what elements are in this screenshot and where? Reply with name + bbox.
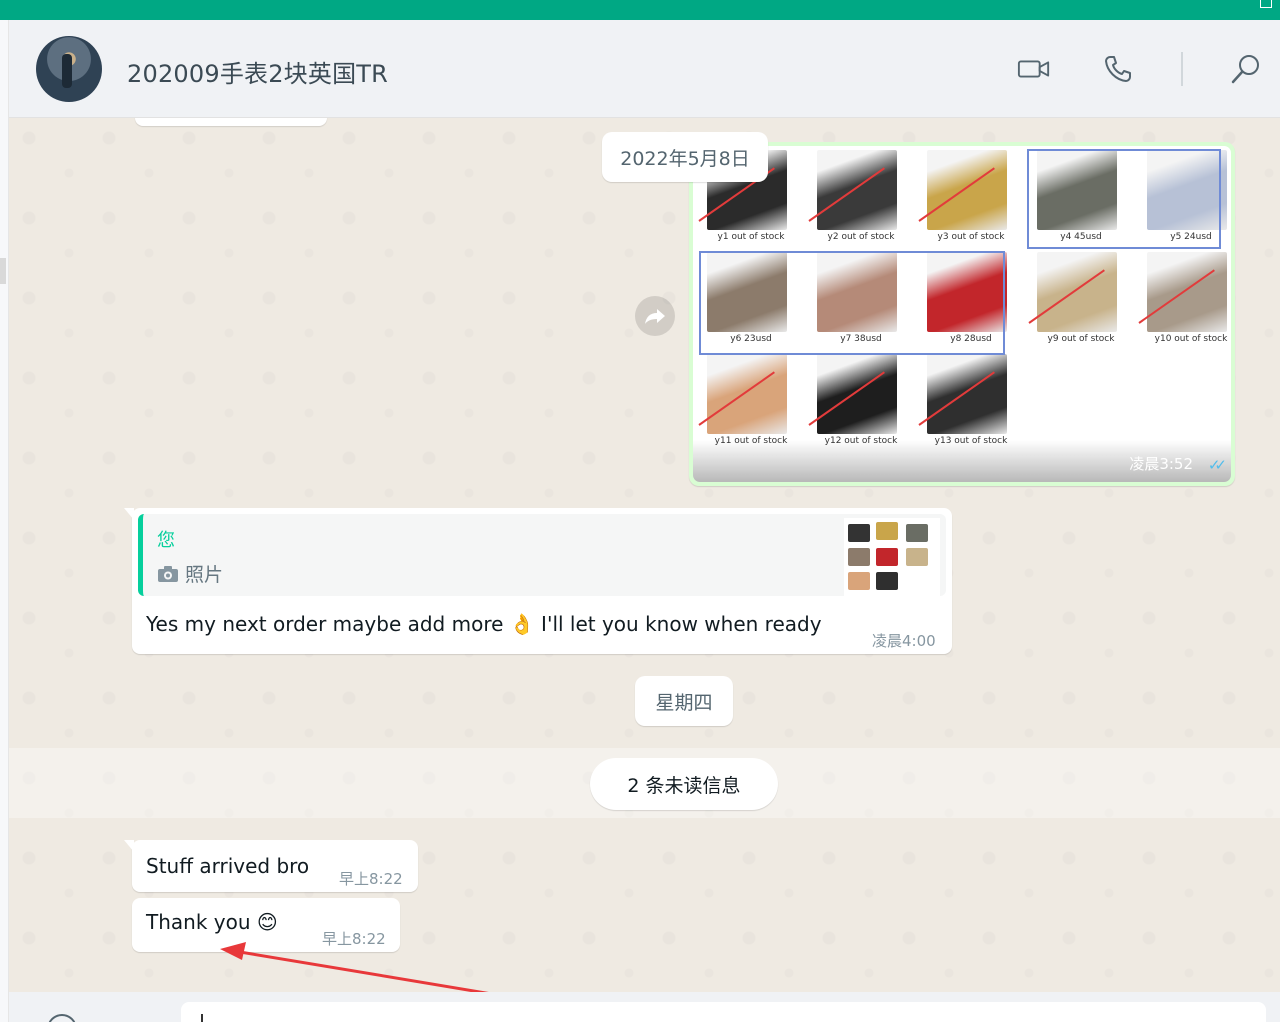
product-caption: y2 out of stock xyxy=(827,232,895,242)
product-caption: y9 out of stock xyxy=(1047,334,1115,344)
product-caption: y1 out of stock xyxy=(717,232,785,242)
message-input[interactable] xyxy=(181,1002,1266,1022)
product-image xyxy=(817,354,897,434)
header-separator xyxy=(1181,52,1183,86)
quoted-image-thumbnail xyxy=(844,518,940,596)
forward-button[interactable] xyxy=(635,296,675,336)
quoted-type: 照片 xyxy=(157,560,223,587)
day-pill: 星期四 xyxy=(635,676,733,726)
product-thumbnail: y11 out of stock xyxy=(697,354,805,454)
left-panel-mark xyxy=(0,258,6,284)
avatar[interactable] xyxy=(36,36,102,102)
message-list[interactable]: y13 out of stocky12 out of stocky11 out … xyxy=(9,118,1280,992)
highlight-box xyxy=(699,251,1005,355)
image-collage[interactable]: y13 out of stocky12 out of stocky11 out … xyxy=(693,146,1231,482)
product-thumbnail: y13 out of stock xyxy=(917,354,1025,454)
window-top-bar xyxy=(0,0,1280,20)
quoted-type-label: 照片 xyxy=(185,564,224,586)
product-image xyxy=(817,150,897,230)
image-message-bubble[interactable]: y13 out of stocky12 out of stocky11 out … xyxy=(689,142,1235,486)
read-ticks-icon: ✓✓ xyxy=(1207,456,1227,474)
chat-header: 202009手表2块英国TR xyxy=(9,20,1280,118)
quoted-author: 您 xyxy=(157,530,175,551)
previous-message-bubble xyxy=(135,118,327,126)
message-composer xyxy=(9,992,1280,1022)
product-image xyxy=(707,354,787,434)
emoji-icon[interactable] xyxy=(47,1014,77,1022)
message-text: Stuff arrived bro xyxy=(146,854,310,878)
product-thumbnail: y12 out of stock xyxy=(807,354,915,454)
chat-title[interactable]: 202009手表2块英国TR xyxy=(127,54,388,89)
voice-call-icon[interactable] xyxy=(1101,52,1135,86)
product-image xyxy=(927,354,1007,434)
message-time: 凌晨4:00 xyxy=(872,632,936,650)
ok-hand-emoji: 👌 xyxy=(509,612,535,636)
search-icon[interactable] xyxy=(1229,52,1263,86)
product-thumbnail: y9 out of stock xyxy=(1027,252,1135,352)
message-time: 早上8:22 xyxy=(322,930,386,948)
text-caret xyxy=(201,1014,203,1022)
message-text-part1: Yes my next order maybe add more xyxy=(146,612,504,636)
product-thumbnail: y10 out of stock xyxy=(1137,252,1231,352)
message-text: Yes my next order maybe add more 👌 I'll … xyxy=(146,612,822,636)
date-pill: 2022年5月8日 xyxy=(602,132,768,182)
message-bubble[interactable]: Thank you 😊 早上8:22 xyxy=(132,898,400,952)
message-text-main: Thank you xyxy=(146,910,251,934)
reply-message-bubble[interactable]: 您 照片 Yes my next order maybe add more 👌 … xyxy=(124,508,952,654)
left-panel-edge xyxy=(0,20,9,1022)
message-text-part2: I'll let you know when ready xyxy=(541,612,822,636)
product-image xyxy=(927,150,1007,230)
quoted-message[interactable]: 您 照片 xyxy=(138,514,946,596)
message-text: Thank you 😊 xyxy=(146,910,278,934)
window-restore-icon[interactable] xyxy=(1260,0,1272,8)
camera-icon xyxy=(158,565,178,582)
product-caption: y10 out of stock xyxy=(1154,334,1228,344)
highlight-box xyxy=(1027,149,1221,249)
product-thumbnail: y2 out of stock xyxy=(807,150,915,250)
message-time: 凌晨3:52 xyxy=(1129,455,1193,473)
product-thumbnail: y3 out of stock xyxy=(917,150,1025,250)
forward-icon xyxy=(645,309,665,324)
product-image xyxy=(1147,252,1227,332)
product-caption: y3 out of stock xyxy=(937,232,1005,242)
message-bubble[interactable]: Stuff arrived bro 早上8:22 xyxy=(124,840,418,892)
product-image xyxy=(1037,252,1117,332)
unread-messages-pill: 2 条未读信息 xyxy=(590,758,778,810)
video-call-icon[interactable] xyxy=(1017,52,1051,86)
message-time: 早上8:22 xyxy=(339,870,403,888)
smile-emoji: 😊 xyxy=(256,910,278,934)
